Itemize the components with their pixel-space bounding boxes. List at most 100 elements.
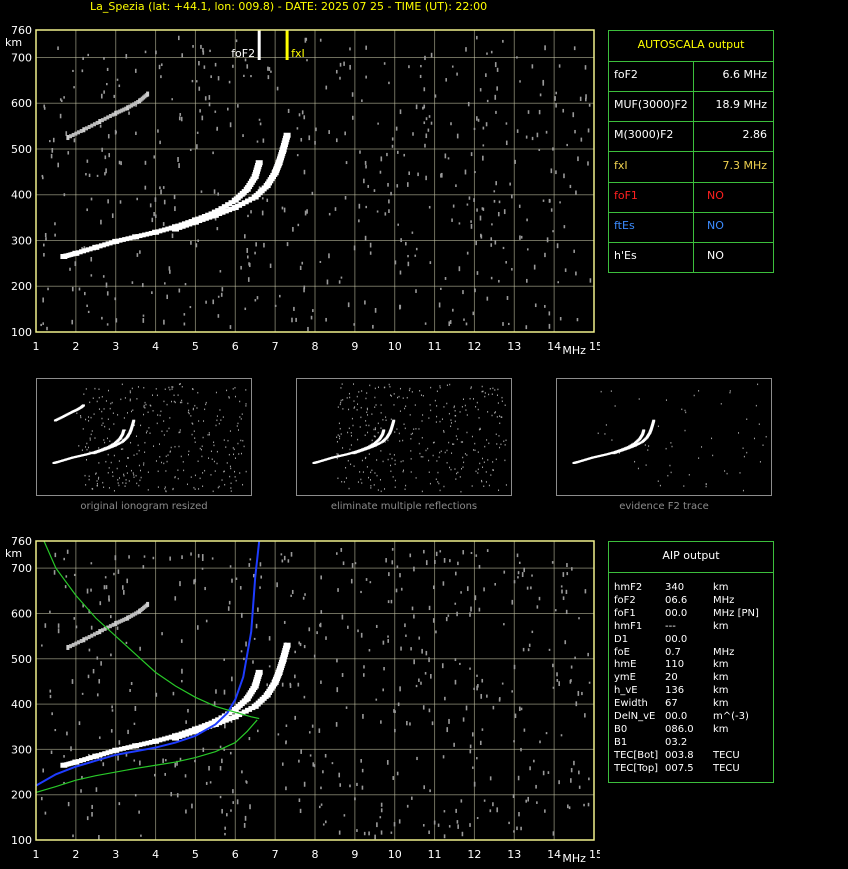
thumbnail-noise-point — [103, 408, 105, 410]
aip-param-label: hmF1 — [614, 620, 643, 632]
noise-point — [98, 679, 101, 684]
thumbnail-noise-point — [163, 400, 165, 403]
thumbnail-noise-point — [233, 453, 235, 456]
thumbnail-noise-point — [166, 460, 168, 463]
thumbnail-noise-point — [78, 445, 80, 447]
thumbnail-noise-point — [101, 417, 103, 420]
noise-point — [441, 172, 443, 178]
y-tick-label: 100 — [11, 326, 32, 339]
noise-point — [471, 732, 474, 737]
noise-point — [492, 802, 494, 807]
noise-point — [88, 648, 91, 652]
noise-point — [294, 674, 296, 679]
aip-param-value: 340 — [665, 582, 685, 593]
noise-point — [459, 662, 461, 665]
noise-point — [300, 137, 303, 142]
noise-point — [548, 323, 551, 329]
thumbnail-noise-point — [212, 490, 214, 493]
thumbnail-noise-point — [159, 456, 161, 458]
noise-point — [250, 210, 252, 214]
thumbnail-noise-point — [341, 383, 343, 385]
noise-point — [502, 39, 504, 43]
noise-point — [43, 252, 45, 257]
noise-point — [312, 309, 314, 313]
x-tick-label: 1 — [33, 848, 40, 861]
thumbnail-noise-point — [377, 489, 379, 491]
noise-point — [141, 283, 144, 288]
autoscala-param-value: 6.6 MHz — [722, 68, 767, 81]
noise-point — [86, 816, 89, 821]
noise-point — [413, 614, 415, 619]
noise-point — [494, 62, 497, 68]
thumbnail-noise-point — [230, 490, 232, 492]
noise-point — [464, 169, 467, 175]
noise-point — [374, 834, 376, 840]
noise-point — [573, 760, 575, 766]
noise-point — [363, 831, 366, 836]
thumbnail-noise-point — [477, 472, 479, 474]
noise-point — [231, 578, 233, 583]
thumbnail-noise-point — [456, 438, 458, 441]
noise-point — [496, 67, 499, 72]
noise-point — [368, 649, 371, 652]
thumbnail-noise-point — [456, 472, 458, 475]
thumbnail-noise-point — [98, 396, 100, 399]
x-tick-label: 10 — [388, 340, 402, 353]
noise-point — [573, 46, 576, 51]
noise-point — [180, 639, 183, 643]
thumbnail-noise-point — [438, 456, 440, 458]
noise-point — [518, 812, 520, 817]
thumbnail-noise-point — [145, 431, 147, 434]
noise-point — [374, 307, 377, 313]
thumbnail-noise-point — [104, 441, 106, 444]
noise-point — [511, 194, 513, 199]
thumbnail-noise-point — [504, 444, 506, 446]
autoscala-title-cell: AUTOSCALA output — [609, 31, 773, 62]
noise-point — [525, 135, 528, 139]
thumbnail-noise-point — [446, 402, 448, 405]
noise-point — [513, 740, 515, 743]
thumbnail-noise-point — [171, 386, 173, 388]
noise-point — [245, 641, 247, 647]
thumbnail-noise-point — [450, 419, 452, 421]
noise-point — [308, 627, 311, 632]
noise-point — [494, 94, 497, 100]
thumbnail-noise-point — [432, 454, 434, 457]
noise-point — [466, 203, 469, 206]
noise-point — [214, 62, 217, 67]
thumbnail-noise-point — [98, 462, 100, 464]
noise-point — [380, 720, 382, 724]
noise-point — [391, 144, 394, 148]
thumbnail-noise-point — [473, 449, 475, 451]
noise-point — [495, 110, 497, 114]
noise-point — [229, 751, 232, 755]
noise-point — [214, 110, 217, 113]
noise-point — [183, 322, 186, 326]
noise-point — [354, 562, 357, 565]
noise-point — [103, 57, 105, 60]
noise-point — [367, 184, 370, 188]
noise-point — [335, 69, 338, 74]
noise-point — [212, 151, 214, 155]
noise-point — [111, 213, 114, 218]
thumbnail-noise-point — [605, 424, 607, 426]
noise-point — [516, 826, 518, 831]
noise-point — [312, 762, 315, 767]
trace-point — [103, 116, 107, 121]
thumbnail-noise-point — [439, 385, 441, 387]
aip-param-label: B1 — [614, 736, 628, 748]
noise-point — [550, 168, 553, 174]
noise-point — [103, 585, 106, 590]
noise-point — [78, 287, 81, 291]
noise-point — [520, 707, 523, 711]
noise-point — [406, 804, 409, 808]
noise-point — [508, 821, 510, 825]
noise-point — [283, 207, 286, 213]
noise-point — [201, 115, 204, 121]
noise-point — [274, 304, 277, 307]
noise-point — [211, 557, 214, 560]
thumbnail-noise-point — [198, 420, 200, 422]
thumbnail-noise-point — [478, 417, 480, 419]
thumbnail-noise-point — [192, 407, 194, 410]
thumbnail-noise-point — [453, 405, 455, 407]
